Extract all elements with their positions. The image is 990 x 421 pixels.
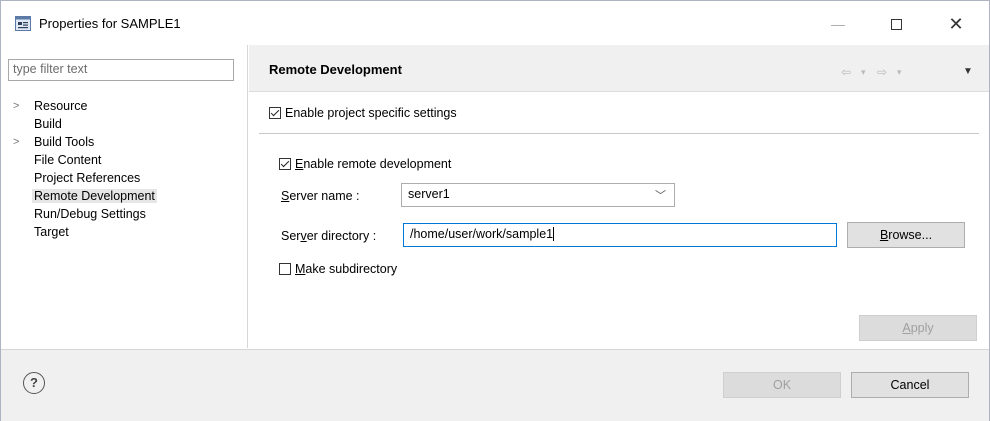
window-title: Properties for SAMPLE1 [39,16,181,31]
make-subdirectory-checkbox[interactable] [279,263,291,275]
server-directory-label-text: er directory : [306,229,377,243]
tree-item-file-content[interactable]: File Content [1,151,247,169]
back-arrow-icon[interactable]: ⇦ [841,65,851,79]
forward-arrow-icon[interactable]: ⇨ [877,65,887,79]
tree-item-build[interactable]: Build [1,115,247,133]
dialog-footer: ? OK Cancel [1,349,989,421]
tree-item-label: Resource [34,99,88,113]
tree-item-target[interactable]: Target [1,223,247,241]
tree-item-label: Remote Development [32,189,157,203]
tree-item-label: Build [34,117,62,131]
maximize-button[interactable] [873,9,919,39]
view-menu-icon[interactable]: ▼ [963,66,973,77]
enable-remote-checkbox[interactable] [279,158,291,170]
page-title: Remote Development [269,62,402,77]
tree-item-label: Target [34,225,69,239]
ok-button[interactable]: OK [723,372,841,398]
make-subdirectory-row[interactable]: Make subdirectory [279,262,397,276]
browse-button[interactable]: Browse... [847,222,965,248]
tree-item-build-tools[interactable]: > Build Tools [1,133,247,151]
enable-remote-label: nable remote development [303,157,452,171]
server-directory-input[interactable]: /home/user/work/sample1 [403,223,837,247]
project-specific-label: Enable project specific settings [285,106,457,120]
cancel-button[interactable]: Cancel [851,372,969,398]
server-directory-label: Server directory : [281,229,376,243]
browse-label: rowse... [888,228,933,242]
back-dropdown-icon[interactable]: ▾ [861,67,866,78]
left-pane: type filter text > Resource Build > Buil… [1,45,248,348]
server-name-select[interactable]: server1 ﹀ [401,183,675,207]
server-directory-value: /home/user/work/sample1 [410,227,554,241]
server-name-label-text: erver name : [289,189,360,203]
tree-item-label: File Content [34,153,102,167]
minimize-button[interactable]: — [815,9,861,39]
enable-remote-row[interactable]: Enable remote development [279,157,451,171]
project-specific-row[interactable]: Enable project specific settings [269,106,457,120]
tree-item-run-debug-settings[interactable]: Run/Debug Settings [1,205,247,223]
text-caret [553,227,555,241]
help-icon[interactable]: ? [23,372,45,394]
server-directory-label-pre: Ser [281,229,301,243]
server-name-label: Server name : [281,189,360,203]
tree-item-label: Run/Debug Settings [34,207,146,221]
tree-item-remote-development[interactable]: Remote Development [1,187,247,205]
project-specific-checkbox[interactable] [269,107,281,119]
chevron-right-icon[interactable]: > [13,97,19,115]
separator [259,133,979,134]
properties-page: Remote Development ⇦ ▾ ⇨ ▾ ▼ Enable proj… [249,45,989,348]
make-subdirectory-mnemonic: M [295,262,306,276]
chevron-right-icon[interactable]: > [13,133,19,151]
tree-item-label: Build Tools [34,135,95,149]
maximize-icon [890,18,902,30]
tree-item-resource[interactable]: > Resource [1,97,247,115]
title-bar: Properties for SAMPLE1 — ✕ [1,1,989,45]
properties-dialog: Properties for SAMPLE1 — ✕ type filter t… [0,0,990,421]
page-header: Remote Development ⇦ ▾ ⇨ ▾ ▼ [249,45,989,92]
server-name-value: server1 [408,187,450,201]
filter-input[interactable]: type filter text [8,59,234,81]
tree-item-label: Project References [34,171,141,185]
forward-dropdown-icon[interactable]: ▾ [897,67,902,78]
properties-app-icon [15,16,31,31]
apply-button[interactable]: Apply [859,315,977,341]
close-button[interactable]: ✕ [933,9,979,39]
property-tree: > Resource Build > Build Tools File Cont… [1,97,247,241]
apply-mnemonic: A [902,321,911,335]
apply-label: pply [910,321,934,335]
chevron-down-icon: ﹀ [655,190,666,202]
make-subdirectory-label: ake subdirectory [305,262,398,276]
tree-item-project-references[interactable]: Project References [1,169,247,187]
